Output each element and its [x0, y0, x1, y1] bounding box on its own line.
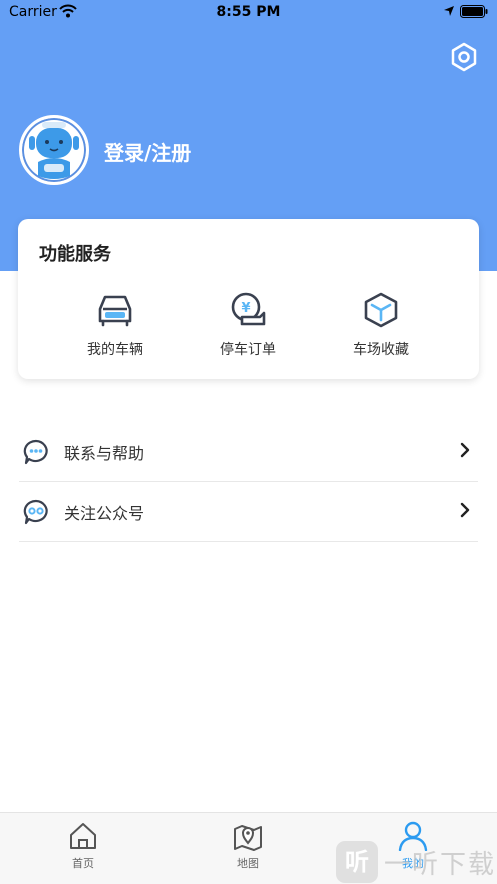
home-icon	[70, 823, 96, 849]
robot-avatar-icon	[29, 122, 79, 179]
svg-text:¥: ¥	[241, 301, 250, 316]
my-vehicles-button[interactable]: 我的车辆	[55, 291, 175, 371]
battery-icon	[460, 5, 488, 18]
tab-label: 首页	[72, 857, 94, 870]
tab-map[interactable]: 地图	[198, 821, 298, 871]
contact-help-row[interactable]: 联系与帮助	[19, 421, 478, 482]
settings-icon[interactable]	[448, 41, 480, 73]
menu-label: 关注公众号	[64, 504, 145, 523]
chevron-right-icon	[460, 502, 470, 518]
location-arrow-icon	[444, 6, 454, 16]
tab-home[interactable]: 首页	[33, 821, 133, 871]
service-label: 我的车辆	[87, 342, 143, 358]
watermark: 听 一听下载	[336, 838, 497, 883]
favorite-lot-icon	[364, 292, 398, 328]
status-time: 8:55 PM	[216, 4, 281, 20]
service-label: 停车订单	[220, 342, 276, 358]
service-label: 车场收藏	[353, 342, 409, 358]
watermark-text: 一听下载	[384, 850, 497, 880]
parking-order-icon: ¥	[231, 292, 266, 326]
official-account-icon	[23, 499, 48, 525]
car-icon	[98, 295, 132, 327]
chevron-right-icon	[460, 442, 470, 458]
chat-bubble-icon	[23, 439, 48, 465]
function-services-card: 功能服务 我的车辆 ¥ 停车订单 车场收藏	[18, 219, 479, 379]
follow-official-account-row[interactable]: 关注公众号	[19, 481, 478, 542]
menu-label: 联系与帮助	[64, 444, 145, 463]
status-bar: Carrier 8:55 PM	[0, 0, 497, 26]
tab-label: 地图	[237, 857, 259, 870]
login-register-link[interactable]: 登录/注册	[104, 137, 191, 166]
card-title: 功能服务	[39, 244, 111, 265]
map-icon	[234, 825, 262, 851]
favorite-lots-button[interactable]: 车场收藏	[321, 291, 441, 371]
watermark-logo: 听	[336, 841, 378, 883]
avatar[interactable]	[19, 115, 89, 185]
parking-orders-button[interactable]: ¥ 停车订单	[188, 291, 308, 371]
